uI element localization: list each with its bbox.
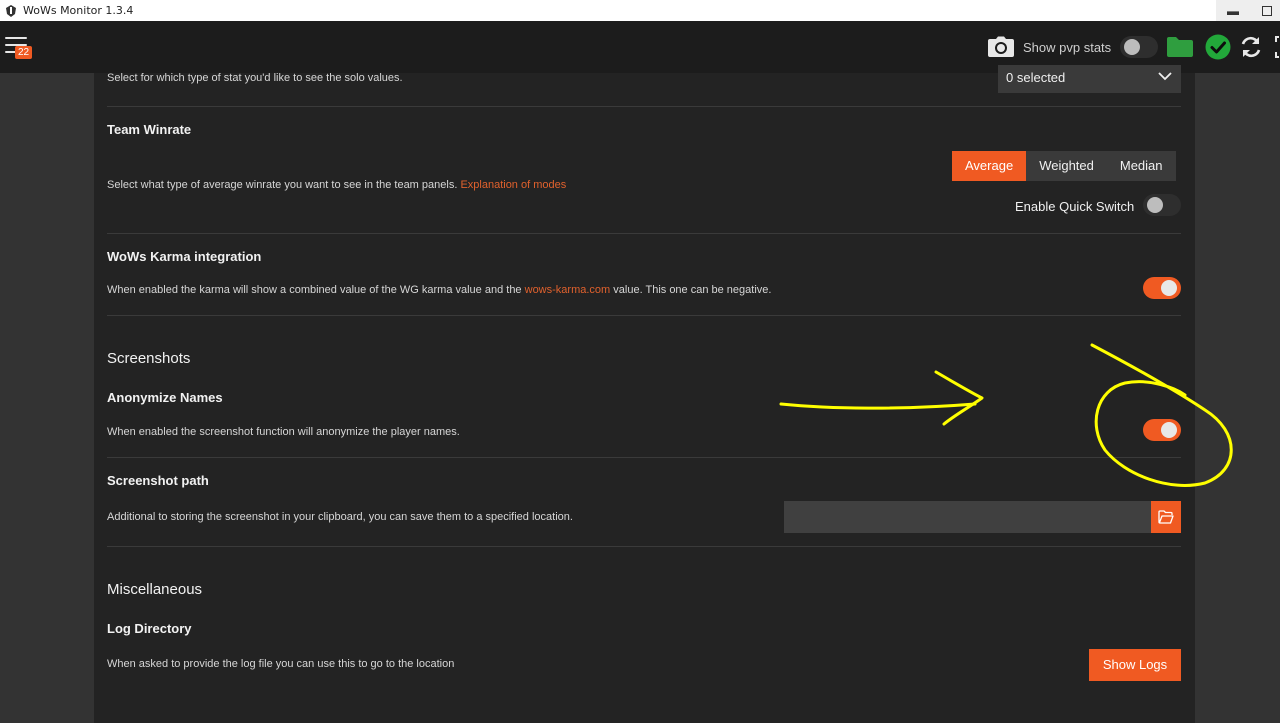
- toggle-knob: [1161, 280, 1177, 296]
- mode-weighted-button[interactable]: Weighted: [1026, 151, 1107, 181]
- menu-button[interactable]: 22: [3, 34, 33, 59]
- misc-section-title: Miscellaneous: [107, 581, 203, 598]
- anonymize-names-toggle[interactable]: [1143, 419, 1181, 441]
- camera-icon: [988, 36, 1014, 57]
- folder-icon: [1167, 37, 1193, 57]
- solo-stats-select-value: 0 selected: [1006, 70, 1066, 85]
- maximize-icon: [1262, 5, 1272, 16]
- notification-badge: 22: [15, 46, 33, 59]
- app-icon: [3, 3, 19, 19]
- menu-icon: [5, 37, 27, 39]
- quick-switch-label: Enable Quick Switch: [1015, 199, 1135, 214]
- check-icon: [1205, 34, 1231, 60]
- mode-average-button[interactable]: Average: [952, 151, 1027, 181]
- chevron-down-icon: [1158, 72, 1172, 81]
- explanation-of-modes-link[interactable]: Explanation of modes: [460, 179, 566, 191]
- refresh-icon: [1241, 36, 1261, 58]
- expand-button[interactable]: [1275, 21, 1280, 73]
- karma-toggle[interactable]: [1143, 277, 1181, 299]
- maximize-button[interactable]: [1252, 0, 1280, 21]
- show-logs-button[interactable]: Show Logs: [1089, 649, 1181, 681]
- karma-description: When enabled the karma will show a combi…: [107, 284, 771, 296]
- karma-title: WoWs Karma integration: [107, 249, 262, 264]
- karma-description-after: value. This one can be negative.: [613, 284, 772, 296]
- quick-switch-toggle[interactable]: [1143, 194, 1181, 216]
- toggle-knob: [1124, 39, 1140, 55]
- team-winrate-description-text: Select what type of average winrate you …: [107, 179, 458, 191]
- show-pvp-toggle[interactable]: [1120, 36, 1158, 58]
- window-title: WoWs Monitor 1.3.4: [23, 4, 134, 17]
- divider: [107, 546, 1181, 547]
- karma-description-before: When enabled the karma will show a combi…: [107, 284, 522, 296]
- anonymize-names-description: When enabled the screenshot function wil…: [107, 426, 460, 438]
- wows-karma-link[interactable]: wows-karma.com: [525, 284, 611, 296]
- browse-folder-button[interactable]: [1151, 501, 1181, 533]
- team-winrate-description: Select what type of average winrate you …: [107, 179, 566, 191]
- screenshot-path-title: Screenshot path: [107, 473, 209, 488]
- solo-stats-select[interactable]: 0 selected: [998, 65, 1181, 93]
- toggle-knob: [1147, 197, 1163, 213]
- log-directory-title: Log Directory: [107, 621, 192, 636]
- screenshot-path-input[interactable]: [784, 501, 1151, 533]
- minimize-button[interactable]: ▬: [1218, 0, 1248, 21]
- toggle-knob: [1161, 422, 1177, 438]
- team-winrate-title: Team Winrate: [107, 122, 192, 137]
- screenshots-section-title: Screenshots: [107, 350, 191, 367]
- winrate-mode-segmented: Average Weighted Median: [952, 151, 1176, 181]
- divider: [107, 457, 1181, 458]
- divider: [107, 315, 1181, 316]
- anonymize-names-title: Anonymize Names: [107, 390, 223, 405]
- screenshot-path-description: Additional to storing the screenshot in …: [107, 511, 573, 523]
- folder-open-icon: [1158, 510, 1174, 524]
- refresh-button[interactable]: [1238, 21, 1264, 73]
- solo-stats-description: Select for which type of stat you'd like…: [107, 72, 403, 84]
- mode-median-button[interactable]: Median: [1107, 151, 1176, 181]
- expand-icon: [1275, 36, 1279, 58]
- divider: [107, 233, 1181, 234]
- status-ok-button[interactable]: [1205, 21, 1231, 73]
- log-directory-description: When asked to provide the log file you c…: [107, 658, 455, 670]
- divider: [107, 106, 1181, 107]
- window-titlebar: WoWs Monitor 1.3.4 ▬: [0, 0, 1280, 21]
